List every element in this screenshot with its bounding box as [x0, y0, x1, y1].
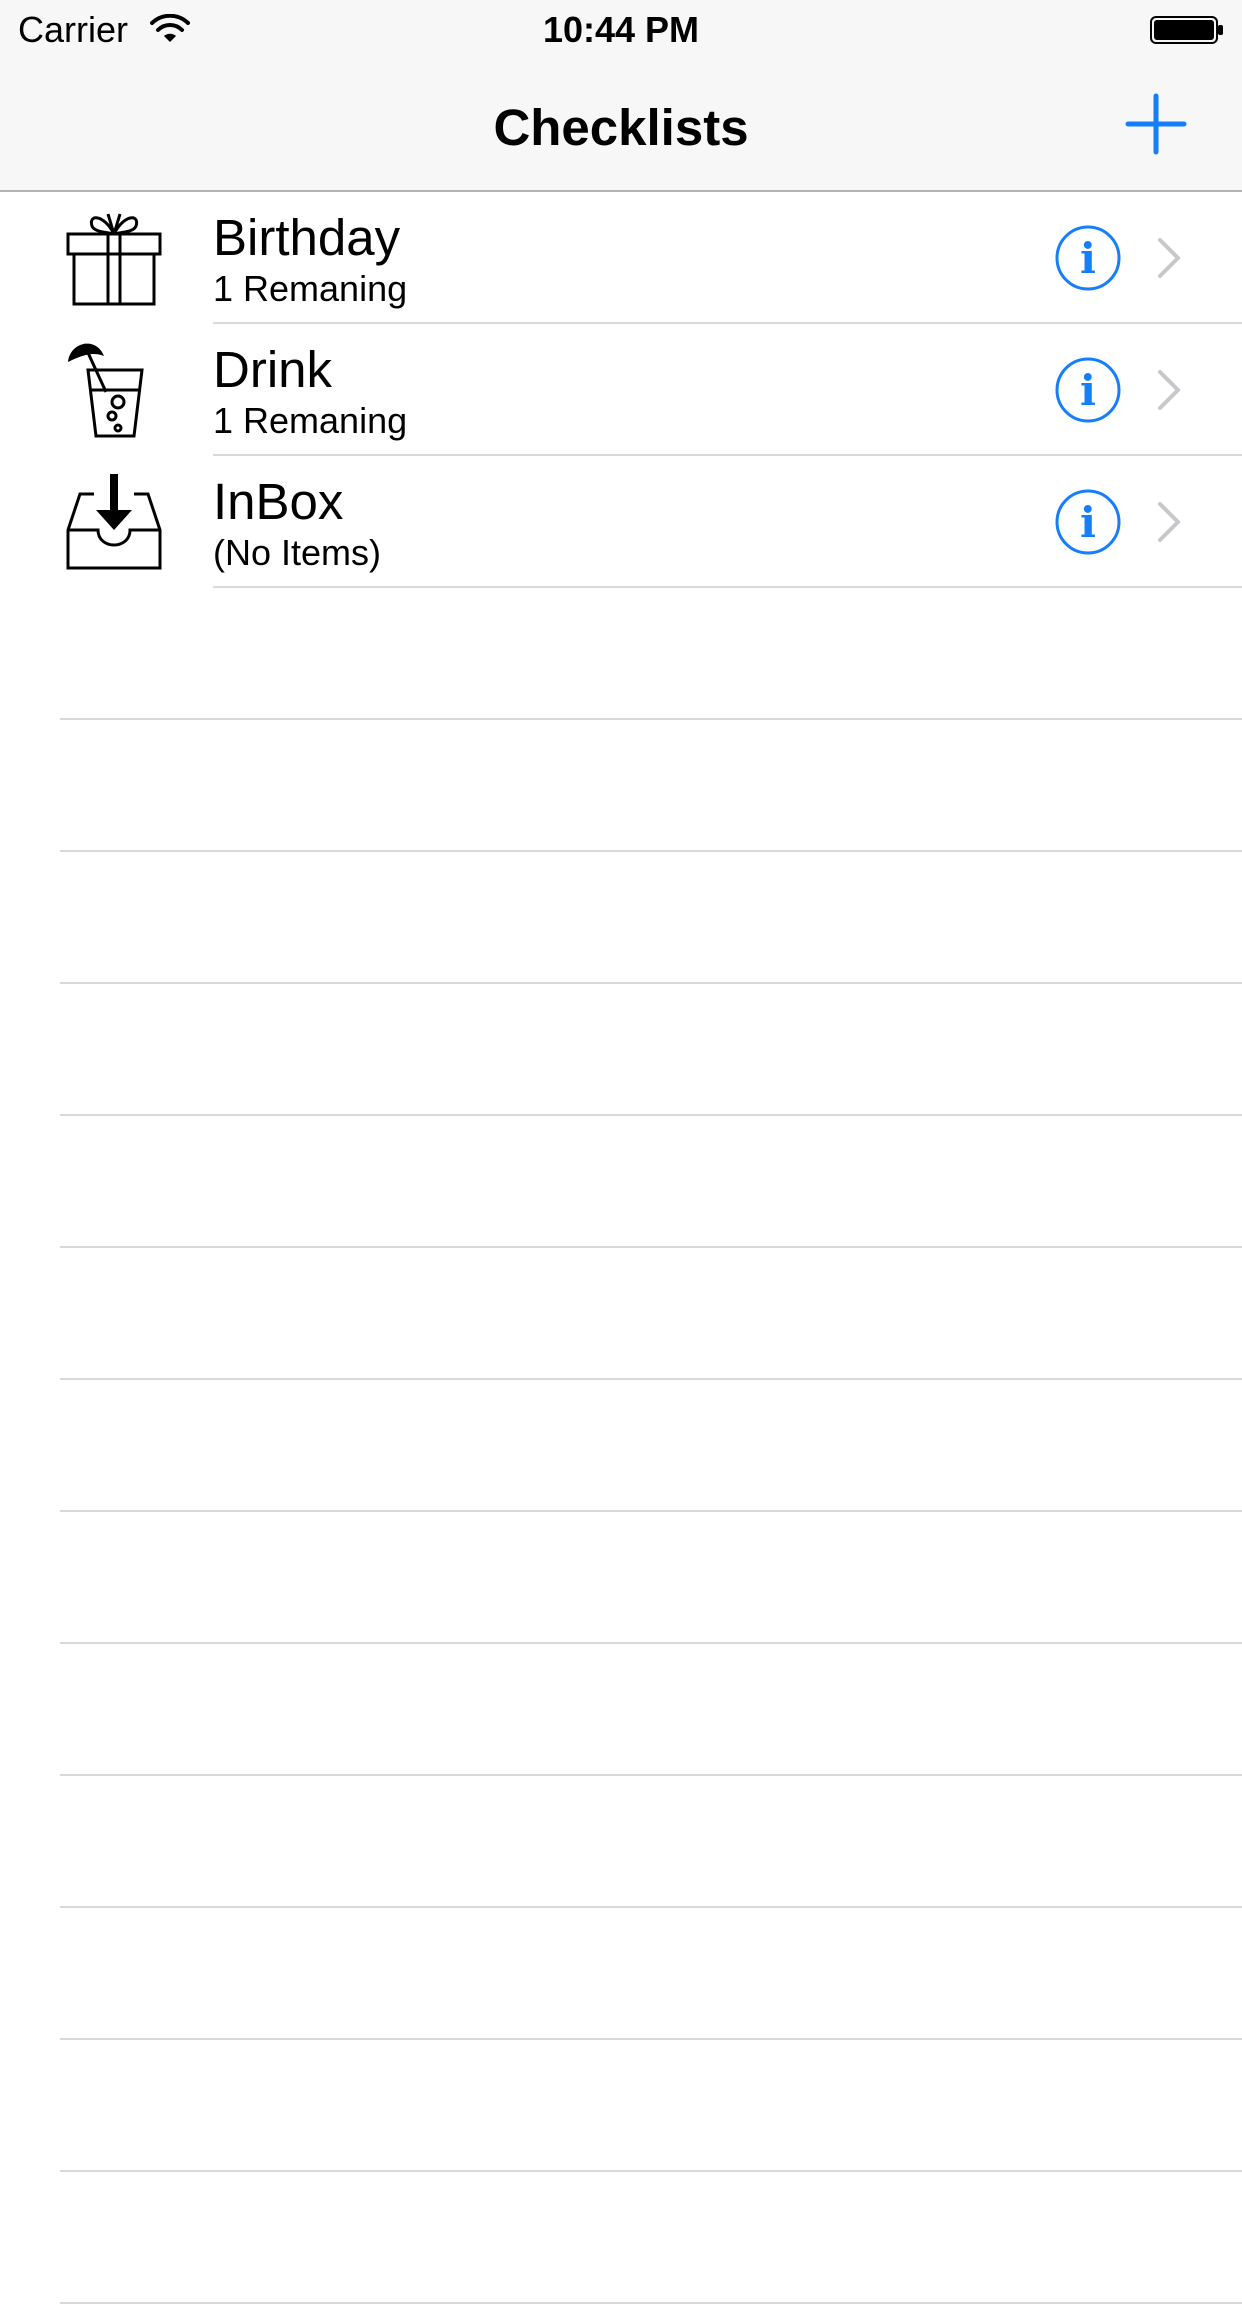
battery-full-icon: [1150, 16, 1223, 44]
empty-row: [0, 1116, 1242, 1248]
page-title: Checklists: [493, 99, 749, 156]
empty-row: [0, 1776, 1242, 1908]
checklist-remaining: 1 Remaning: [213, 400, 408, 441]
checklist-row[interactable]: InBox (No Items) i: [0, 456, 1242, 588]
empty-row: [0, 1644, 1242, 1776]
empty-row: [0, 1380, 1242, 1512]
empty-row: [0, 1908, 1242, 2040]
empty-row: [0, 1512, 1242, 1644]
info-icon[interactable]: i: [1054, 488, 1122, 556]
empty-row: [0, 984, 1242, 1116]
empty-row: [0, 588, 1242, 720]
empty-row: [0, 1248, 1242, 1380]
svg-text:i: i: [1080, 366, 1096, 415]
svg-text:i: i: [1080, 498, 1096, 547]
svg-text:i: i: [1080, 234, 1096, 283]
chevron-right-icon: [1158, 238, 1180, 278]
checklist-row[interactable]: Drink 1 Remaning i: [0, 324, 1242, 456]
gift-icon: [66, 213, 162, 306]
plus-icon[interactable]: [1120, 88, 1192, 160]
chevron-right-icon: [1158, 502, 1180, 542]
checklist-remaining: (No Items): [213, 532, 382, 573]
drink-icon: [68, 343, 144, 438]
checklist-row[interactable]: Birthday 1 Remaning i: [0, 192, 1242, 324]
inbox-icon: [66, 474, 162, 570]
info-icon[interactable]: i: [1054, 356, 1122, 424]
empty-row: [0, 852, 1242, 984]
checklist-title: Drink: [213, 341, 333, 398]
checklist-table: Birthday 1 Remaning i Drink 1 Remaning i…: [0, 192, 1242, 2304]
empty-row: [0, 2040, 1242, 2172]
navigation-bar: Checklists: [0, 60, 1242, 192]
chevron-right-icon: [1158, 370, 1180, 410]
checklist-remaining: 1 Remaning: [213, 268, 408, 309]
checklist-title: Birthday: [213, 209, 401, 266]
checklist-title: InBox: [213, 473, 344, 530]
info-icon[interactable]: i: [1054, 224, 1122, 292]
status-bar: Carrier 10:44 PM: [0, 0, 1242, 60]
empty-row: [0, 720, 1242, 852]
empty-row: [0, 2172, 1242, 2304]
clock: 10:44 PM: [542, 9, 700, 50]
